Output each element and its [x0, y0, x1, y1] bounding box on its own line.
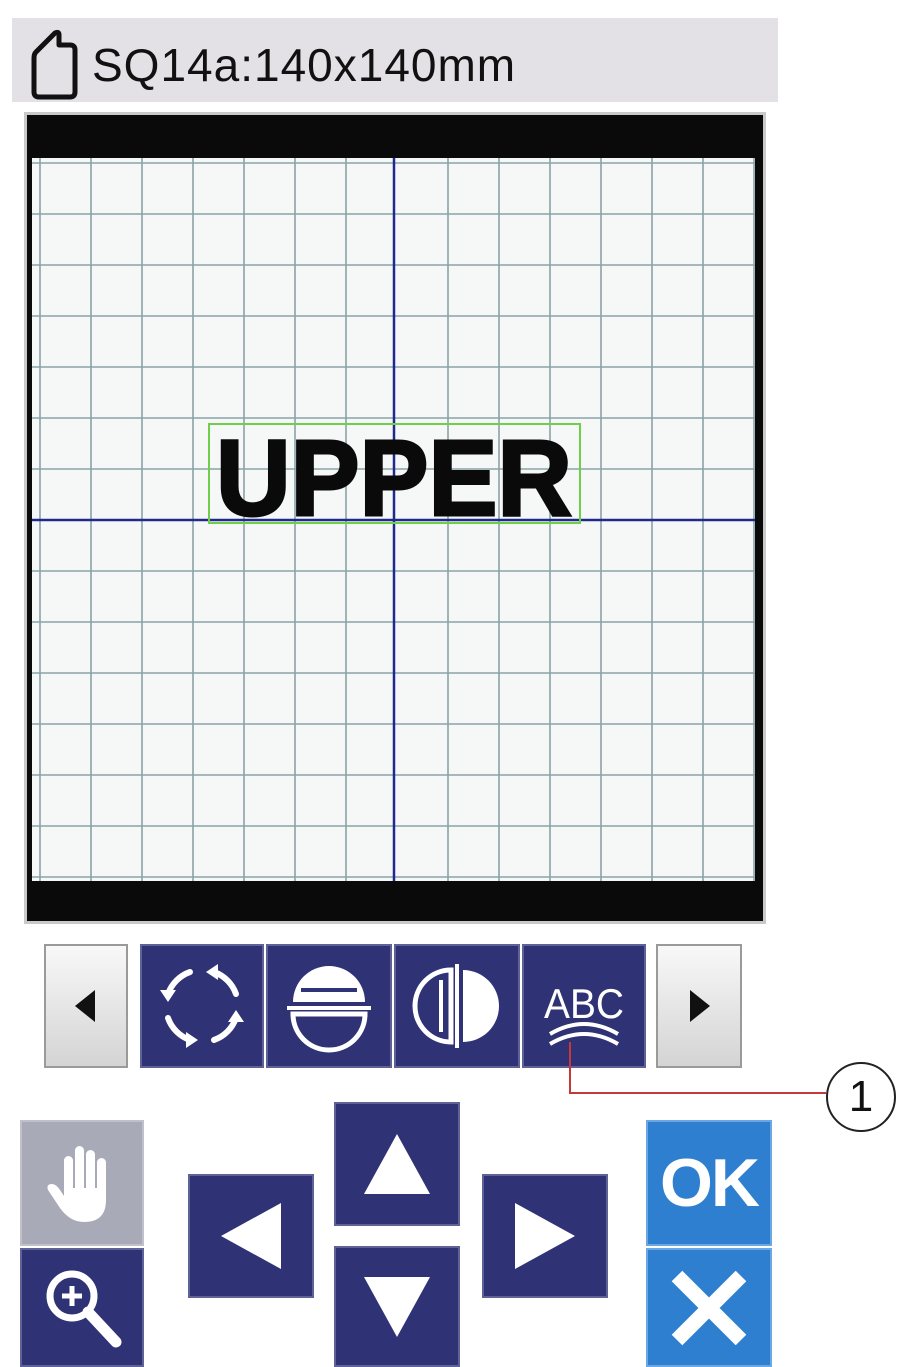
- flip-horizontal-icon: [412, 964, 499, 1048]
- up-arrow-icon: [364, 1134, 430, 1194]
- hand-icon: [47, 1146, 106, 1222]
- design-canvas[interactable]: UPPER: [32, 158, 755, 881]
- embroidery-text[interactable]: UPPER: [215, 416, 574, 540]
- flip-horizontal-button[interactable]: [394, 944, 520, 1068]
- rotate-arrows-icon: [160, 964, 244, 1048]
- move-right-button[interactable]: [482, 1174, 608, 1298]
- abc-arc-label: ABC: [544, 980, 624, 1027]
- ok-label: OK: [660, 1145, 760, 1221]
- hoop-size-title: SQ14a:140x140mm: [92, 39, 517, 91]
- flip-vertical-icon: [287, 966, 371, 1053]
- hoop-icon: [31, 29, 78, 100]
- callout-leader-line: [569, 1042, 826, 1094]
- right-arrow-icon: [515, 1203, 575, 1269]
- hand-button[interactable]: [20, 1120, 144, 1246]
- move-down-button[interactable]: [334, 1246, 460, 1367]
- down-arrow-icon: [364, 1276, 430, 1337]
- zoom-button[interactable]: [20, 1248, 144, 1367]
- zoom-in-icon: [46, 1270, 122, 1347]
- cancel-button[interactable]: [646, 1248, 772, 1367]
- flip-vertical-button[interactable]: [266, 944, 392, 1068]
- scroll-left-button[interactable]: [44, 944, 128, 1068]
- move-left-button[interactable]: [188, 1174, 314, 1298]
- callout-number: 1: [826, 1062, 896, 1132]
- rotate-button[interactable]: [140, 944, 264, 1068]
- close-icon: [671, 1270, 747, 1345]
- triangle-left-icon: [75, 990, 95, 1022]
- left-arrow-icon: [221, 1203, 281, 1269]
- ok-button[interactable]: OK: [646, 1120, 772, 1246]
- triangle-right-icon: [690, 990, 710, 1022]
- move-up-button[interactable]: [334, 1102, 460, 1226]
